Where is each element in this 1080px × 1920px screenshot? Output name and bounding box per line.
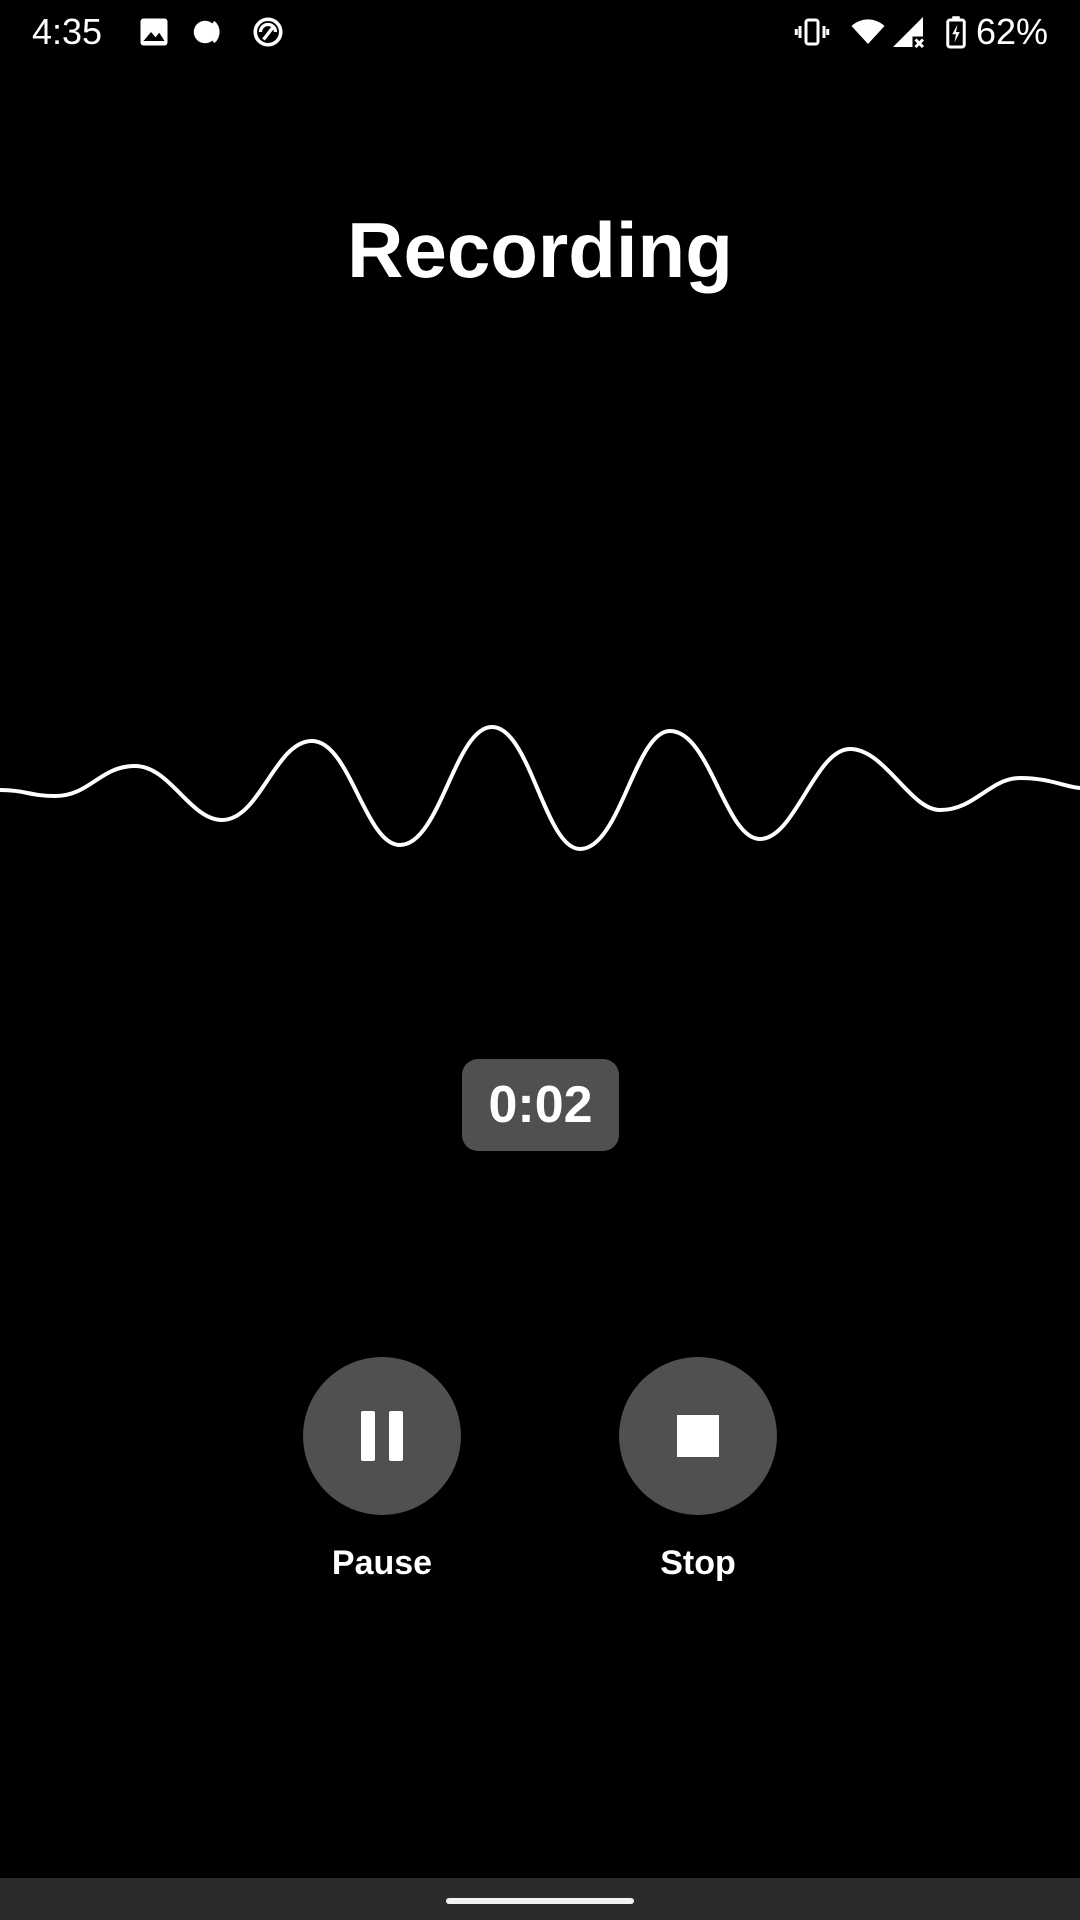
- stop-icon: [677, 1415, 719, 1457]
- vibrate-icon: [794, 18, 830, 46]
- status-bar: 4:35 62%: [0, 0, 1080, 64]
- battery-percentage: 62%: [975, 11, 1048, 52]
- stop-control: Stop: [608, 1357, 788, 1583]
- battery-charging-icon: [946, 16, 966, 49]
- audio-waveform: [0, 724, 1080, 852]
- signal-no-service-icon: [893, 17, 925, 49]
- data-saver-icon: [193, 20, 220, 44]
- pause-label: Pause: [331, 1544, 433, 1582]
- elapsed-timer: 0:02: [462, 1059, 619, 1151]
- image-icon: [140, 18, 168, 46]
- stop-label: Stop: [660, 1544, 736, 1582]
- wifi-icon: [851, 19, 885, 44]
- pause-button[interactable]: [303, 1357, 461, 1515]
- home-gesture-handle[interactable]: [446, 1898, 634, 1904]
- stop-button[interactable]: [619, 1357, 777, 1515]
- status-time: 4:35: [32, 11, 103, 52]
- page-title: Recording: [347, 206, 733, 294]
- sync-icon: [253, 17, 283, 47]
- pause-control: Pause: [292, 1357, 472, 1583]
